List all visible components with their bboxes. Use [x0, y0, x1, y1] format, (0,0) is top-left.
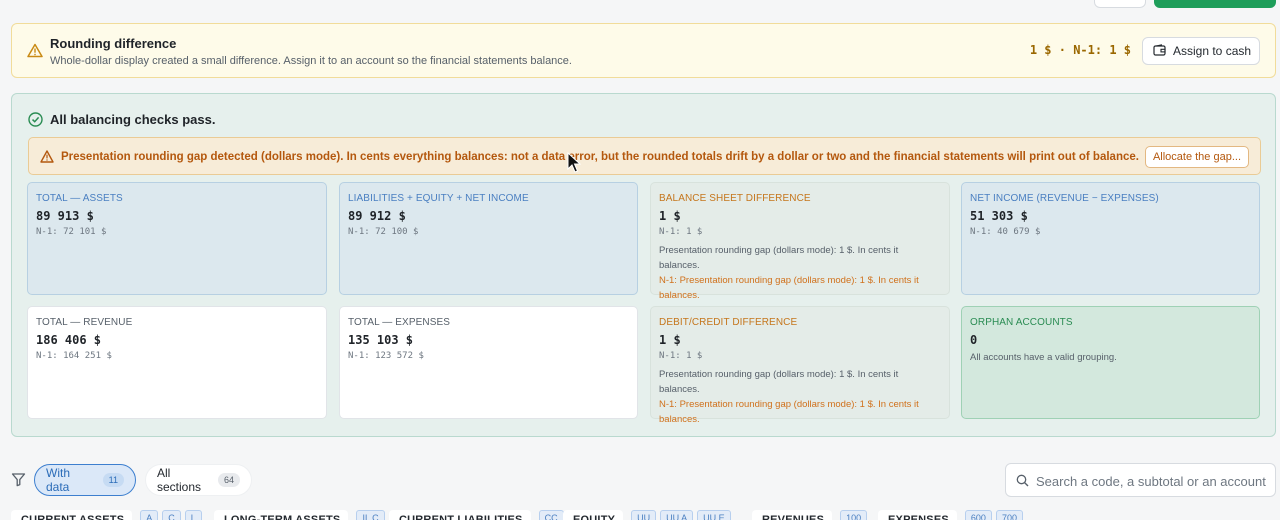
- card-value: 51 303 $: [970, 209, 1028, 223]
- checks-status-title: All balancing checks pass.: [50, 112, 216, 127]
- assign-to-cash-button[interactable]: Assign to cash: [1142, 37, 1260, 65]
- card-label: LIABILITIES + EQUITY + NET INCOME: [348, 193, 529, 204]
- section-name: CURRENT ASSETS: [11, 510, 133, 520]
- card-prior-year: N-1: 1 $: [659, 351, 703, 361]
- balancing-checks-panel: All balancing checks pass. Presentation …: [11, 93, 1276, 437]
- search-icon: [1016, 474, 1029, 492]
- rounding-difference-banner: Rounding difference Whole-dollar display…: [11, 23, 1276, 78]
- section-revenues[interactable]: REVENUES 100: [752, 510, 868, 520]
- filter-icon[interactable]: [11, 472, 26, 492]
- card-note-prior-year: N-1: Presentation rounding gap (dollars …: [659, 275, 919, 301]
- section-chip[interactable]: C: [162, 510, 181, 520]
- section-chip[interactable]: A: [140, 510, 159, 520]
- card-value: 0: [970, 333, 978, 347]
- card-total-expenses: TOTAL — EXPENSES 135 103 $ N-1: 123 572 …: [339, 306, 638, 419]
- search-input[interactable]: [1036, 470, 1268, 492]
- section-chip[interactable]: UU E: [697, 510, 731, 520]
- card-prior-year: N-1: 40 679 $: [970, 227, 1041, 237]
- warning-icon: [27, 43, 43, 63]
- card-value: 89 912 $: [348, 209, 406, 223]
- card-prior-year: N-1: 1 $: [659, 227, 703, 237]
- section-chip[interactable]: CC: [538, 510, 564, 520]
- card-net-income: NET INCOME (REVENUE − EXPENSES) 51 303 $…: [961, 182, 1260, 295]
- banner-subtitle: Whole-dollar display created a small dif…: [50, 55, 572, 67]
- assign-button-label: Assign to cash: [1173, 44, 1252, 58]
- wallet-icon: [1153, 43, 1166, 59]
- section-equity[interactable]: EQUITY UU UU A UU E: [563, 510, 731, 520]
- section-chip[interactable]: 600: [964, 510, 992, 520]
- card-label: TOTAL — REVENUE: [36, 317, 133, 328]
- card-total-assets: TOTAL — ASSETS 89 913 $ N-1: 72 101 $: [27, 182, 327, 295]
- section-chip[interactable]: UU A: [660, 510, 694, 520]
- allocate-gap-button[interactable]: Allocate the gap...: [1144, 146, 1249, 168]
- toolbar-secondary-button[interactable]: [1094, 0, 1146, 8]
- section-name: EXPENSES: [878, 510, 957, 520]
- card-label: TOTAL — ASSETS: [36, 193, 123, 204]
- card-label: BALANCE SHEET DIFFERENCE: [659, 193, 811, 204]
- card-prior-year: N-1: 72 101 $: [36, 227, 107, 237]
- card-description: All accounts have a valid grouping.: [970, 352, 1117, 363]
- card-label: NET INCOME (REVENUE − EXPENSES): [970, 193, 1159, 204]
- section-name: CURRENT LIABILITIES: [389, 510, 531, 520]
- card-value: 135 103 $: [348, 333, 414, 347]
- card-label: DEBIT/CREDIT DIFFERENCE: [659, 317, 798, 328]
- card-value: 1 $: [659, 333, 681, 347]
- card-value: 89 913 $: [36, 209, 94, 223]
- filter-all-sections-count: 64: [217, 473, 240, 487]
- section-name: EQUITY: [563, 510, 624, 520]
- card-debit-credit-difference: DEBIT/CREDIT DIFFERENCE 1 $ N-1: 1 $ Pre…: [650, 306, 950, 425]
- card-prior-year: N-1: 164 251 $: [36, 351, 112, 361]
- rounding-amount: 1 $ · N-1: 1 $: [1029, 43, 1131, 57]
- section-chip[interactable]: UU: [631, 510, 657, 520]
- section-name: REVENUES: [752, 510, 833, 520]
- card-liabilities-equity: LIABILITIES + EQUITY + NET INCOME 89 912…: [339, 182, 638, 295]
- card-value: 186 406 $: [36, 333, 102, 347]
- toolbar-primary-button[interactable]: [1154, 0, 1276, 8]
- card-total-revenue: TOTAL — REVENUE 186 406 $ N-1: 164 251 $: [27, 306, 327, 419]
- section-current-liabilities[interactable]: CURRENT LIABILITIES CC: [389, 510, 564, 520]
- card-note: Presentation rounding gap (dollars mode)…: [659, 245, 899, 271]
- section-long-term-assets[interactable]: LONG-TERM ASSETS IL C: [214, 510, 385, 520]
- rounding-gap-text: Presentation rounding gap detected (doll…: [61, 151, 1139, 163]
- filter-all-sections[interactable]: All sections 64: [145, 464, 252, 496]
- filter-with-data[interactable]: With data 11: [34, 464, 136, 496]
- card-note-prior-year: N-1: Presentation rounding gap (dollars …: [659, 399, 919, 425]
- card-prior-year: N-1: 123 572 $: [348, 351, 424, 361]
- check-circle-icon: [28, 112, 43, 132]
- rounding-gap-alert: Presentation rounding gap detected (doll…: [28, 137, 1261, 175]
- filter-with-data-label: With data: [46, 466, 70, 494]
- filter-all-sections-label: All sections: [157, 466, 202, 494]
- card-prior-year: N-1: 72 100 $: [348, 227, 419, 237]
- alert-triangle-icon: [40, 150, 54, 168]
- section-chip[interactable]: 700: [995, 510, 1023, 520]
- card-note: Presentation rounding gap (dollars mode)…: [659, 369, 899, 395]
- card-orphan-accounts: ORPHAN ACCOUNTS 0 All accounts have a va…: [961, 306, 1260, 419]
- section-expenses[interactable]: EXPENSES 600 700: [878, 510, 1023, 520]
- section-chip[interactable]: 100: [840, 510, 868, 520]
- banner-title: Rounding difference: [50, 36, 177, 51]
- filter-with-data-count: 11: [102, 473, 124, 487]
- card-balance-sheet-difference: BALANCE SHEET DIFFERENCE 1 $ N-1: 1 $ Pr…: [650, 182, 950, 301]
- search-box: [1005, 463, 1276, 497]
- section-chip[interactable]: IL C: [356, 510, 385, 520]
- section-name: LONG-TERM ASSETS: [214, 510, 349, 520]
- mouse-pointer-icon: [567, 151, 583, 179]
- card-label: ORPHAN ACCOUNTS: [970, 317, 1073, 328]
- card-label: TOTAL — EXPENSES: [348, 317, 451, 328]
- section-current-assets[interactable]: CURRENT ASSETS A C L: [11, 510, 202, 520]
- section-chip[interactable]: L: [184, 510, 202, 520]
- card-value: 1 $: [659, 209, 681, 223]
